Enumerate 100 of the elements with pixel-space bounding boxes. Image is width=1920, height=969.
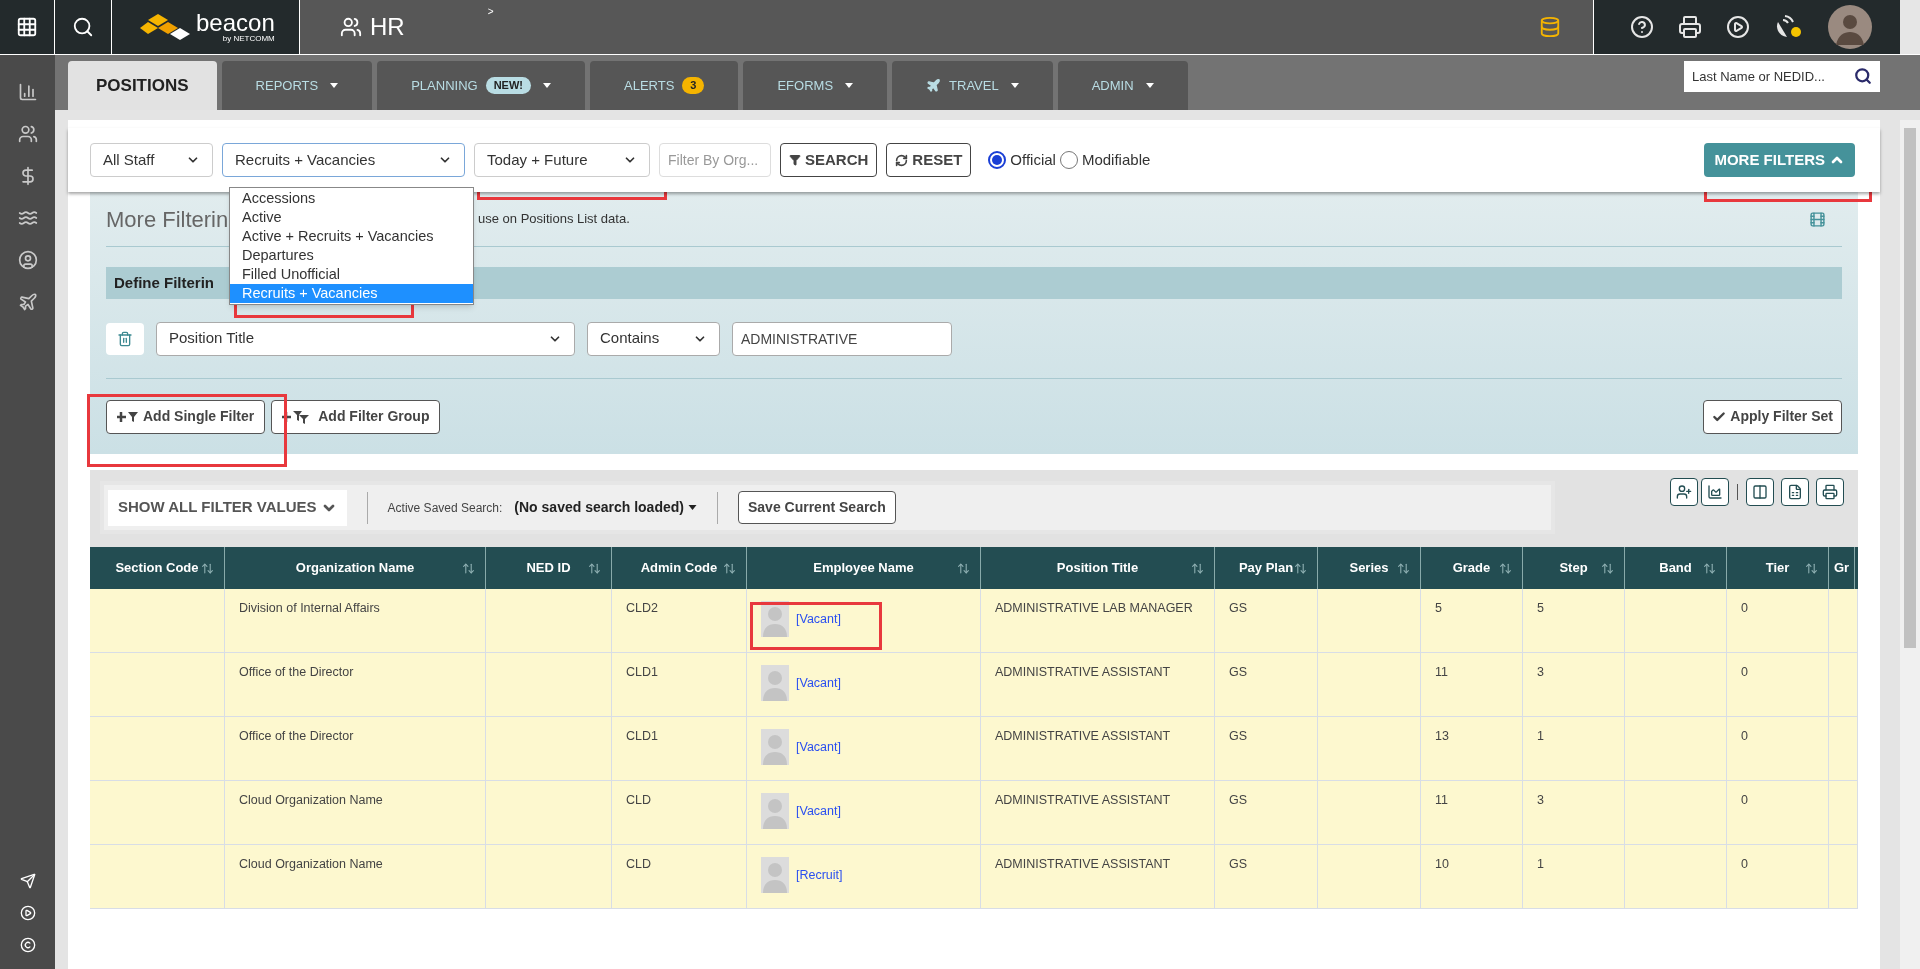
employee-link[interactable]: [Vacant] xyxy=(796,737,841,757)
dropdown-option[interactable]: Departures xyxy=(230,246,473,265)
satellite-dish-icon[interactable] xyxy=(1774,14,1804,40)
add-filter-group-icon xyxy=(282,409,311,424)
sort-icon xyxy=(957,561,970,575)
waves-icon[interactable] xyxy=(17,208,38,228)
dropdown-option[interactable]: Accessions xyxy=(230,189,473,208)
printer-icon[interactable] xyxy=(1678,15,1702,39)
breadcrumb-mark: > xyxy=(487,5,494,19)
filter-icon xyxy=(789,154,801,166)
bar-chart-icon[interactable] xyxy=(17,82,38,102)
caret-icon xyxy=(330,83,339,88)
sort-icon xyxy=(588,561,601,575)
nav-tab[interactable]: PLANNING NEW! xyxy=(377,61,585,110)
more-filters-button[interactable]: MORE FILTERS xyxy=(1704,143,1855,177)
employee-link[interactable]: [Recruit] xyxy=(796,865,843,885)
excel-export-button[interactable] xyxy=(1781,478,1809,506)
table-cell: Office of the Director xyxy=(239,729,354,743)
module-title: HR xyxy=(370,12,405,42)
table-cell: Cloud Organization Name xyxy=(239,793,383,807)
dropdown-option[interactable]: Active + Recruits + Vacancies xyxy=(230,227,473,246)
nav-tab[interactable]: POSITIONS xyxy=(68,61,217,110)
radio-button[interactable] xyxy=(988,151,1007,169)
send-icon[interactable] xyxy=(19,873,36,889)
copyright-icon[interactable] xyxy=(19,937,36,953)
sort-icon xyxy=(1294,561,1307,575)
field-select[interactable]: Position Title xyxy=(156,321,575,356)
add-user-icon xyxy=(1676,484,1692,500)
nav-tab[interactable]: REPORTS xyxy=(221,61,373,110)
sort-icon xyxy=(1601,561,1614,575)
delete-button[interactable] xyxy=(106,322,144,355)
trash-icon xyxy=(117,330,133,347)
play-icon[interactable] xyxy=(1726,15,1750,39)
caret-icon xyxy=(1145,83,1154,88)
search-button[interactable] xyxy=(55,0,112,54)
save-current-search-button[interactable]: Save Current Search xyxy=(737,491,896,524)
logo-mark-icon xyxy=(140,12,192,42)
dropdown-option[interactable]: Active xyxy=(230,208,473,227)
saved-search-dropdown[interactable]: (No saved search loaded) xyxy=(514,497,697,518)
search-button[interactable]: SEARCH xyxy=(780,143,878,177)
status-select[interactable]: Recruits + Vacancies xyxy=(222,143,465,177)
reset-button[interactable]: RESET xyxy=(886,143,972,177)
logo-byline: by NETCOMM xyxy=(222,35,275,43)
saved-search-label: Active Saved Search: xyxy=(387,499,503,517)
table-cell: ADMINISTRATIVE ASSISTANT xyxy=(995,857,1171,871)
refresh-icon xyxy=(895,153,909,167)
table-cell: 1 xyxy=(1537,857,1544,871)
filter-value-field[interactable]: ADMINISTRATIVE xyxy=(732,321,952,356)
show-all-filter-values-button[interactable]: SHOW ALL FILTER VALUES xyxy=(108,489,347,526)
nav-tab[interactable]: ALERTS 3 xyxy=(590,61,739,110)
add-single-filter-button[interactable]: Add Single Filter xyxy=(106,399,266,434)
table-cell: CLD2 xyxy=(626,601,658,615)
user-circle-icon[interactable] xyxy=(17,250,38,270)
caret-icon xyxy=(687,505,697,510)
table-cell: CLD xyxy=(626,793,651,807)
nav-tab[interactable]: TRAVEL xyxy=(892,61,1053,110)
scrollbar[interactable] xyxy=(1900,120,1920,969)
search-icon[interactable] xyxy=(1854,67,1872,85)
people-icon xyxy=(340,16,362,38)
area-chart-icon xyxy=(1707,484,1723,500)
table-cell: Office of the Director xyxy=(239,665,354,679)
staff-select[interactable]: All Staff xyxy=(90,143,213,177)
org-filter-field[interactable]: Filter By Org... xyxy=(659,143,771,177)
table-cell: Division of Internal Affairs xyxy=(239,601,380,615)
table-cell: 0 xyxy=(1741,601,1748,615)
people-icon[interactable] xyxy=(17,124,38,144)
table-cell: GS xyxy=(1229,793,1248,807)
avatar-placeholder-icon xyxy=(761,857,789,893)
table-cell: ADMINISTRATIVE LAB MANAGER xyxy=(995,601,1193,615)
add-filter-group-button[interactable]: Add Filter Group xyxy=(271,399,441,434)
nav-tab[interactable]: EFORMS xyxy=(743,61,888,110)
nav-tab[interactable]: ADMIN xyxy=(1057,61,1188,110)
help-icon[interactable] xyxy=(1630,15,1654,39)
avatar[interactable] xyxy=(1828,5,1872,49)
printer-icon xyxy=(1822,484,1838,500)
apps-button[interactable] xyxy=(0,0,55,54)
quick-search-field[interactable]: Last Name or NEDID... xyxy=(1684,61,1880,92)
add-user-button[interactable] xyxy=(1670,478,1698,506)
sort-icon xyxy=(1191,561,1204,575)
employee-link[interactable]: [Vacant] xyxy=(796,609,841,629)
print-button[interactable] xyxy=(1816,478,1844,506)
table-cell: Cloud Organization Name xyxy=(239,857,383,871)
add-filter-icon xyxy=(117,410,139,423)
film-icon[interactable] xyxy=(1809,210,1826,228)
search-icon xyxy=(72,16,94,38)
chart-button[interactable] xyxy=(1701,478,1729,506)
dropdown-option[interactable]: Filled Unofficial xyxy=(230,265,473,284)
avatar-placeholder-icon xyxy=(761,665,789,701)
plane-icon[interactable] xyxy=(17,292,38,312)
employee-link[interactable]: [Vacant] xyxy=(796,673,841,693)
apply-filter-set-button[interactable]: Apply Filter Set xyxy=(1703,399,1842,434)
date-select[interactable]: Today + Future xyxy=(474,143,650,177)
caret-icon xyxy=(1010,83,1019,88)
logo[interactable]: beacon by NETCOMM xyxy=(112,0,300,54)
avatar-placeholder-icon xyxy=(761,729,789,765)
operator-select[interactable]: Contains xyxy=(587,321,720,356)
columns-button[interactable] xyxy=(1746,478,1774,506)
employee-link[interactable]: [Vacant] xyxy=(796,801,841,821)
panel-note: use on Positions List data. xyxy=(478,210,630,229)
avatar-placeholder-icon xyxy=(761,793,789,829)
